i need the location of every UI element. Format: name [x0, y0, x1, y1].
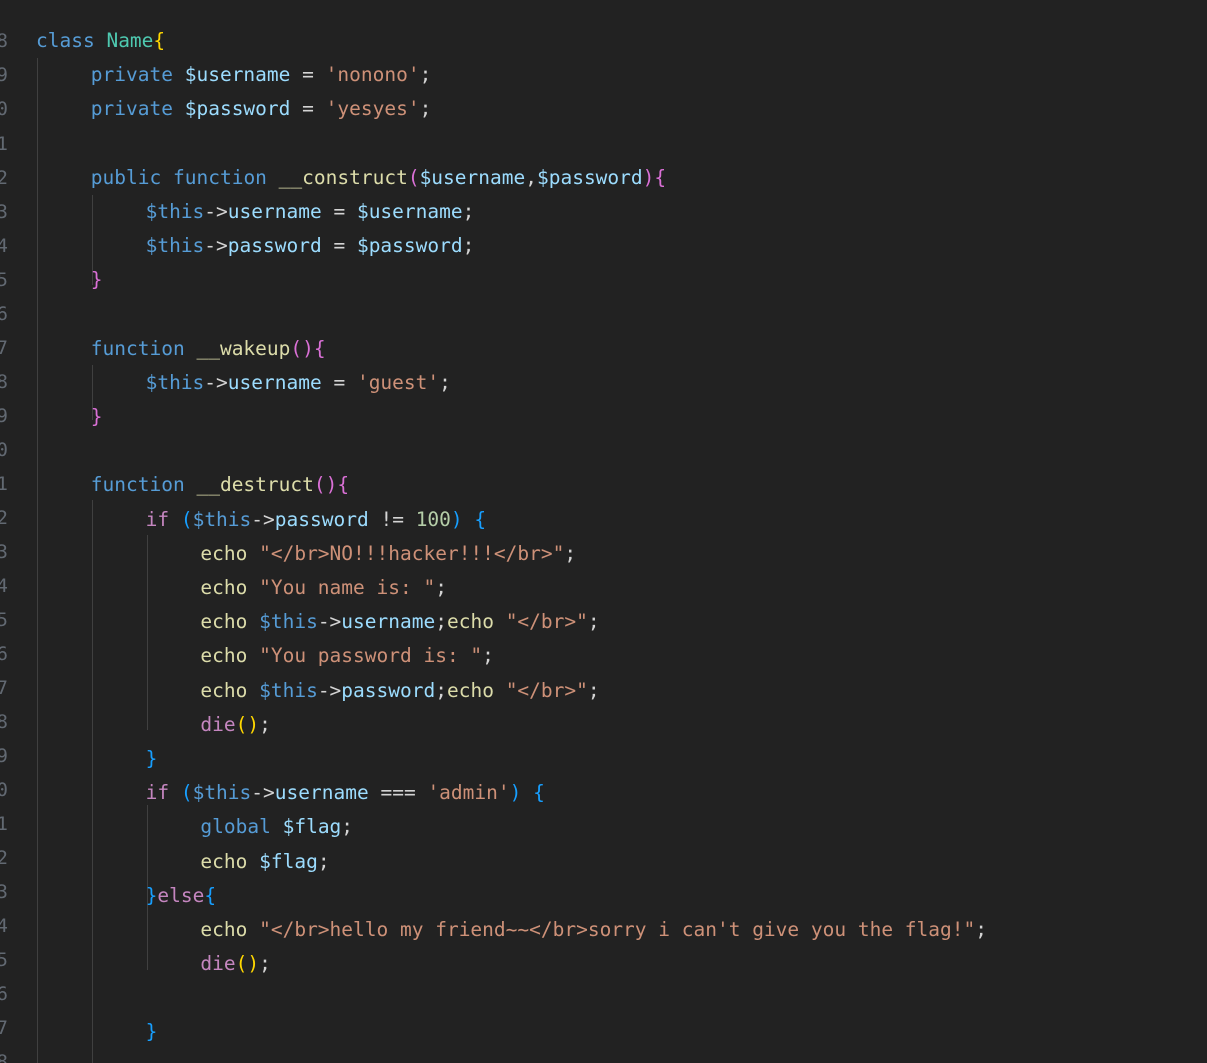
line-number: 32 [0, 847, 8, 869]
code-line: if ($this->password != 100) { [145, 507, 487, 531]
code-line: function __wakeup(){ [90, 336, 326, 360]
line-number: 24 [0, 575, 8, 597]
line-number: 15 [0, 269, 8, 291]
code-line: public function __construct($username,$p… [90, 165, 667, 189]
code-line: function __destruct(){ [90, 473, 350, 497]
line-number: 22 [0, 507, 8, 529]
line-number: 17 [0, 337, 8, 359]
line-number: 38 [0, 1051, 8, 1063]
code-line: } [145, 1020, 158, 1044]
line-number: 35 [0, 949, 8, 971]
code-line: echo $this->password;echo "</br>"; [200, 678, 600, 702]
line-number: 16 [0, 303, 8, 325]
line-number: 13 [0, 201, 8, 223]
code-line: die(); [200, 712, 271, 736]
code-line: echo "You name is: "; [200, 576, 447, 599]
line-number: 10 [0, 98, 8, 120]
code-line: if ($this->username === 'admin') { [145, 781, 545, 805]
code-line: private $username = 'nonono'; [90, 63, 432, 87]
code-line: $this->username = $username; [145, 199, 475, 223]
code-line: } [145, 746, 158, 770]
line-number: 8 [0, 30, 8, 52]
line-number: 30 [0, 779, 8, 801]
line-number: 29 [0, 745, 8, 767]
line-number: 25 [0, 609, 8, 631]
line-number: 36 [0, 983, 8, 1005]
code-line: private $password = 'yesyes'; [90, 97, 432, 121]
line-number: 23 [0, 541, 8, 563]
code-line: global $flag; [200, 815, 354, 839]
line-number: 31 [0, 813, 8, 835]
line-number: 19 [0, 405, 8, 427]
code-line: $this->username = 'guest'; [145, 370, 451, 394]
code-line: echo "You password is: "; [200, 644, 494, 668]
code-line: echo "</br>NO!!!hacker!!!</br>"; [200, 541, 577, 565]
code-editor[interactable]: 8 9 10 11 12 13 14 15 16 17 18 19 20 21 … [0, 0, 1207, 1063]
code-line: die(); [200, 952, 271, 976]
line-number: 11 [0, 133, 8, 155]
code-line: }else{ [145, 883, 217, 907]
code-line: } [90, 405, 103, 429]
code-line: echo $this->username;echo "</br>"; [200, 610, 600, 634]
code-line: } [90, 268, 103, 292]
code-line: echo $flag; [200, 849, 330, 873]
code-line: $this->password = $password; [145, 234, 475, 258]
line-number: 37 [0, 1017, 8, 1039]
line-number: 33 [0, 881, 8, 903]
line-number: 14 [0, 235, 8, 257]
source-code[interactable]: class Name{ private $username = 'nonono';… [0, 0, 987, 1050]
line-number: 27 [0, 677, 8, 699]
line-number-gutter: 8 9 10 11 12 13 14 15 16 17 18 19 20 21 … [0, 0, 18, 1063]
code-line: class Name{ [36, 29, 166, 52]
line-number: 26 [0, 643, 8, 665]
line-number: 12 [0, 167, 8, 189]
line-number: 18 [0, 371, 8, 393]
line-number: 28 [0, 711, 8, 733]
line-number: 20 [0, 439, 8, 461]
line-number: 21 [0, 473, 8, 495]
code-line: echo "</br>hello my friend~~</br>sorry i… [200, 917, 987, 941]
line-number: 9 [0, 64, 8, 86]
line-number: 34 [0, 915, 8, 937]
